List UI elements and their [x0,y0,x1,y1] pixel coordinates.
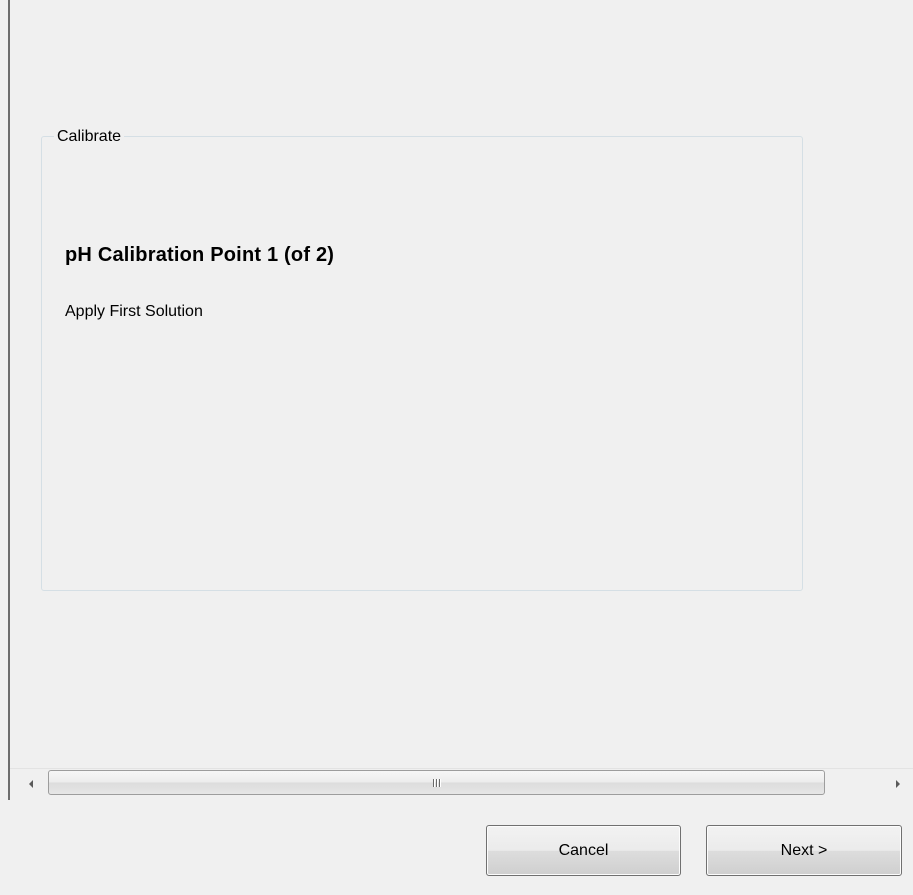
cancel-button[interactable]: Cancel [486,825,681,876]
scroll-right-arrow-icon[interactable] [883,769,913,798]
scrollbar-grip-icon [433,778,440,787]
scroll-left-arrow-icon[interactable] [16,769,46,798]
next-button[interactable]: Next > [706,825,902,876]
calibration-instruction: Apply First Solution [65,303,203,320]
horizontal-scrollbar[interactable] [10,768,913,798]
calibrate-groupbox-legend: Calibrate [54,128,125,146]
calibrate-groupbox [41,136,803,591]
calibration-step-title: pH Calibration Point 1 (of 2) [65,244,335,266]
scrollbar-thumb[interactable] [48,770,825,795]
